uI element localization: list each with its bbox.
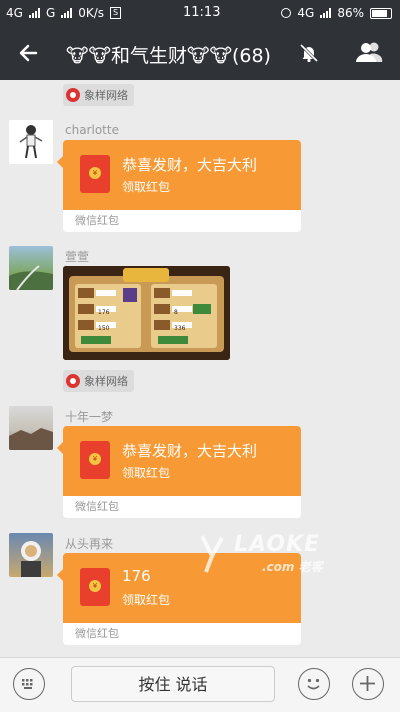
status-left: 4G G 0K/s S: [6, 6, 122, 20]
clock: 11:13: [183, 5, 221, 20]
network-label-right: 4G: [297, 6, 315, 20]
sender-name: charlotte: [65, 123, 119, 137]
red-packet-body[interactable]: ¥ 恭喜发财，大吉大利 领取红包: [57, 426, 301, 496]
network-label: 4G: [6, 6, 23, 20]
game-value: 8: [174, 309, 178, 316]
red-packet-wish: 176: [122, 567, 151, 585]
network-label-2: G: [45, 6, 56, 20]
signal-icon-2: [61, 8, 73, 18]
red-packet-wish: 恭喜发财，大吉大利: [122, 156, 258, 174]
sender-name: 十年一梦: [65, 410, 114, 424]
back-arrow-icon[interactable]: [14, 38, 44, 68]
red-packet-action: 领取红包: [122, 180, 171, 194]
input-bar: 按住 说话: [0, 657, 400, 712]
red-packet-wish: 恭喜发财，大吉大利: [122, 442, 258, 460]
red-envelope-icon: ¥: [80, 155, 110, 193]
red-packet-footer: 微信红包: [63, 496, 301, 518]
system-message: 象样网络: [63, 84, 134, 106]
red-envelope-icon: ¥: [80, 441, 110, 479]
laoke-logo-icon: [200, 535, 224, 573]
red-packet-footer: 微信红包: [63, 623, 301, 645]
red-packet-action: 领取红包: [122, 593, 171, 607]
red-packet[interactable]: ¥ 恭喜发财，大吉大利 领取红包 微信红包: [57, 426, 301, 518]
system-message-text: 象样网络: [84, 375, 128, 388]
sender-name: 从头再来: [65, 537, 114, 551]
network-speed: 0K/s: [78, 6, 105, 20]
laoke-watermark: LAOKE .com 老客: [196, 530, 356, 580]
game-value: 150: [98, 325, 110, 332]
signal-icon: [28, 8, 40, 18]
sync-icon: S: [110, 7, 122, 19]
battery-percent: 86%: [337, 6, 364, 20]
avatar[interactable]: [9, 533, 53, 577]
game-value: 336: [174, 325, 186, 332]
game-value: 176: [98, 309, 110, 316]
signal-icon-3: [320, 8, 332, 18]
group-title: 🐮🐮和气生财🐮🐮(68): [66, 45, 271, 67]
xiangyang-logo-icon: [66, 374, 80, 388]
keyboard-icon[interactable]: [13, 668, 45, 700]
status-bar: 4G G 0K/s S 11:13 4G 86%: [0, 0, 400, 26]
xiangyang-logo-icon: [66, 88, 80, 102]
red-packet-footer: 微信红包: [63, 210, 301, 232]
avatar[interactable]: [9, 246, 53, 290]
status-right: 4G 86%: [281, 6, 392, 20]
sender-name: 萱萱: [65, 250, 90, 264]
emoji-icon[interactable]: [298, 668, 330, 700]
red-packet[interactable]: ¥ 恭喜发财，大吉大利 领取红包 微信红包: [57, 140, 301, 232]
group-members-icon[interactable]: [354, 40, 384, 66]
plus-icon[interactable]: [352, 668, 384, 700]
avatar[interactable]: [9, 406, 53, 450]
watermark-sub: .com 老客: [262, 560, 323, 574]
system-message: 象样网络: [63, 370, 134, 392]
chat-header: 🐮🐮和气生财🐮🐮(68): [0, 26, 400, 80]
red-envelope-icon: ¥: [80, 568, 110, 606]
system-message-text: 象样网络: [84, 89, 128, 102]
red-packet-body[interactable]: ¥ 恭喜发财，大吉大利 领取红包: [57, 140, 301, 210]
red-packet-action: 领取红包: [122, 466, 171, 480]
battery-icon: [370, 7, 392, 19]
game-screenshot-image[interactable]: 176 8 150 336: [63, 266, 230, 360]
mute-bell-icon: [298, 42, 320, 64]
alarm-icon: [281, 8, 292, 18]
hold-to-talk-button[interactable]: 按住 说话: [71, 666, 275, 702]
avatar[interactable]: [9, 120, 53, 164]
watermark-brand: LAOKE: [234, 532, 321, 557]
